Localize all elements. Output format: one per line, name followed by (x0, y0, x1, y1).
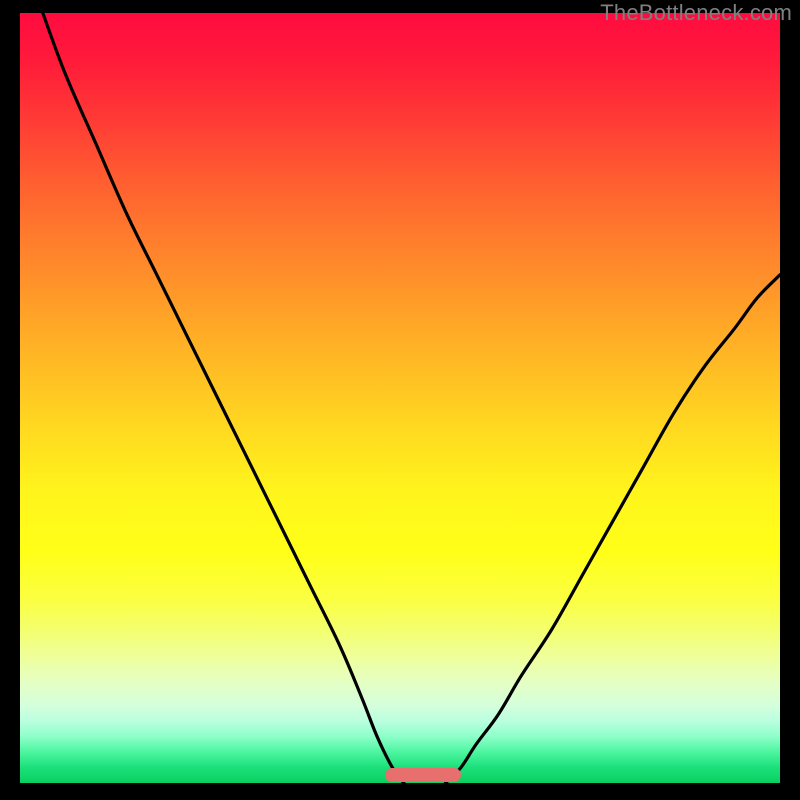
chart-stage: TheBottleneck.com (0, 0, 800, 800)
left-curve (43, 13, 404, 783)
plot-area (20, 13, 780, 783)
bottleneck-marker (385, 768, 461, 782)
watermark-text: TheBottleneck.com (600, 0, 792, 26)
curve-layer (20, 13, 780, 783)
right-curve (446, 275, 780, 783)
